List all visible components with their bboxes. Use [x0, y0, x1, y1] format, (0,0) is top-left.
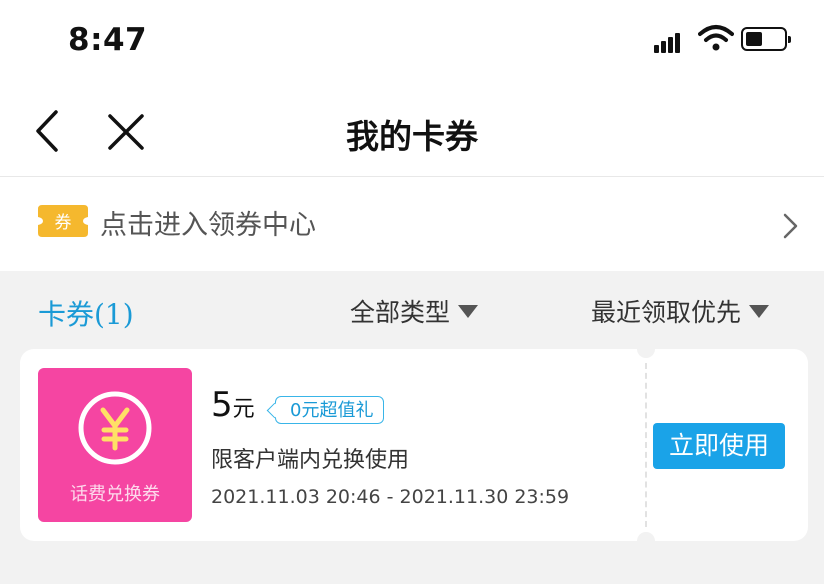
coupon-description: 限客户端内兑换使用: [211, 448, 410, 473]
validity-period: 2021.11.03 20:46 - 2021.11.30 23:59: [211, 486, 570, 508]
tab-coupons[interactable]: 卡券(1): [38, 293, 134, 333]
signal-icon: [654, 31, 686, 53]
amount-unit: 元: [232, 397, 255, 422]
yen-icon: [78, 391, 152, 465]
type-filter-label: 全部类型: [350, 298, 451, 327]
chevron-right-icon: [783, 213, 798, 239]
coupon-icon: 券: [38, 205, 88, 237]
sort-dropdown[interactable]: 最近领取优先: [591, 293, 770, 329]
filter-bar: 卡券(1) 全部类型 最近领取优先: [0, 271, 824, 349]
caret-down-icon: [458, 304, 479, 318]
wifi-icon: [698, 25, 734, 51]
battery-icon: [741, 27, 791, 51]
promo-badge: 0元超值礼: [275, 396, 385, 424]
coupon-thumbnail: 话费兑换券: [38, 368, 192, 522]
type-filter-dropdown[interactable]: 全部类型: [350, 293, 479, 329]
amount-value: 5: [211, 385, 233, 425]
svg-text:券: 券: [55, 213, 72, 233]
coupon-center-link[interactable]: 券 点击进入领券中心: [0, 177, 824, 271]
caret-down-icon: [749, 304, 770, 318]
thumbnail-label: 话费兑换券: [70, 484, 160, 505]
status-time: 8:47: [68, 22, 148, 58]
use-now-button[interactable]: 立即使用: [653, 423, 785, 469]
card-notch: [637, 532, 655, 550]
sort-label: 最近领取优先: [591, 298, 742, 327]
dashed-divider: [645, 363, 647, 527]
banner-text: 点击进入领券中心: [100, 210, 316, 241]
status-bar: 8:47: [0, 0, 824, 84]
nav-bar: 我的卡券: [0, 84, 824, 177]
coupon-amount: 5元: [211, 385, 255, 425]
page-title: 我的卡券: [346, 117, 478, 156]
coupon-card[interactable]: 话费兑换券 5元 0元超值礼 限客户端内兑换使用 2021.11.03 20:4…: [20, 340, 808, 550]
card-notch: [637, 340, 655, 358]
